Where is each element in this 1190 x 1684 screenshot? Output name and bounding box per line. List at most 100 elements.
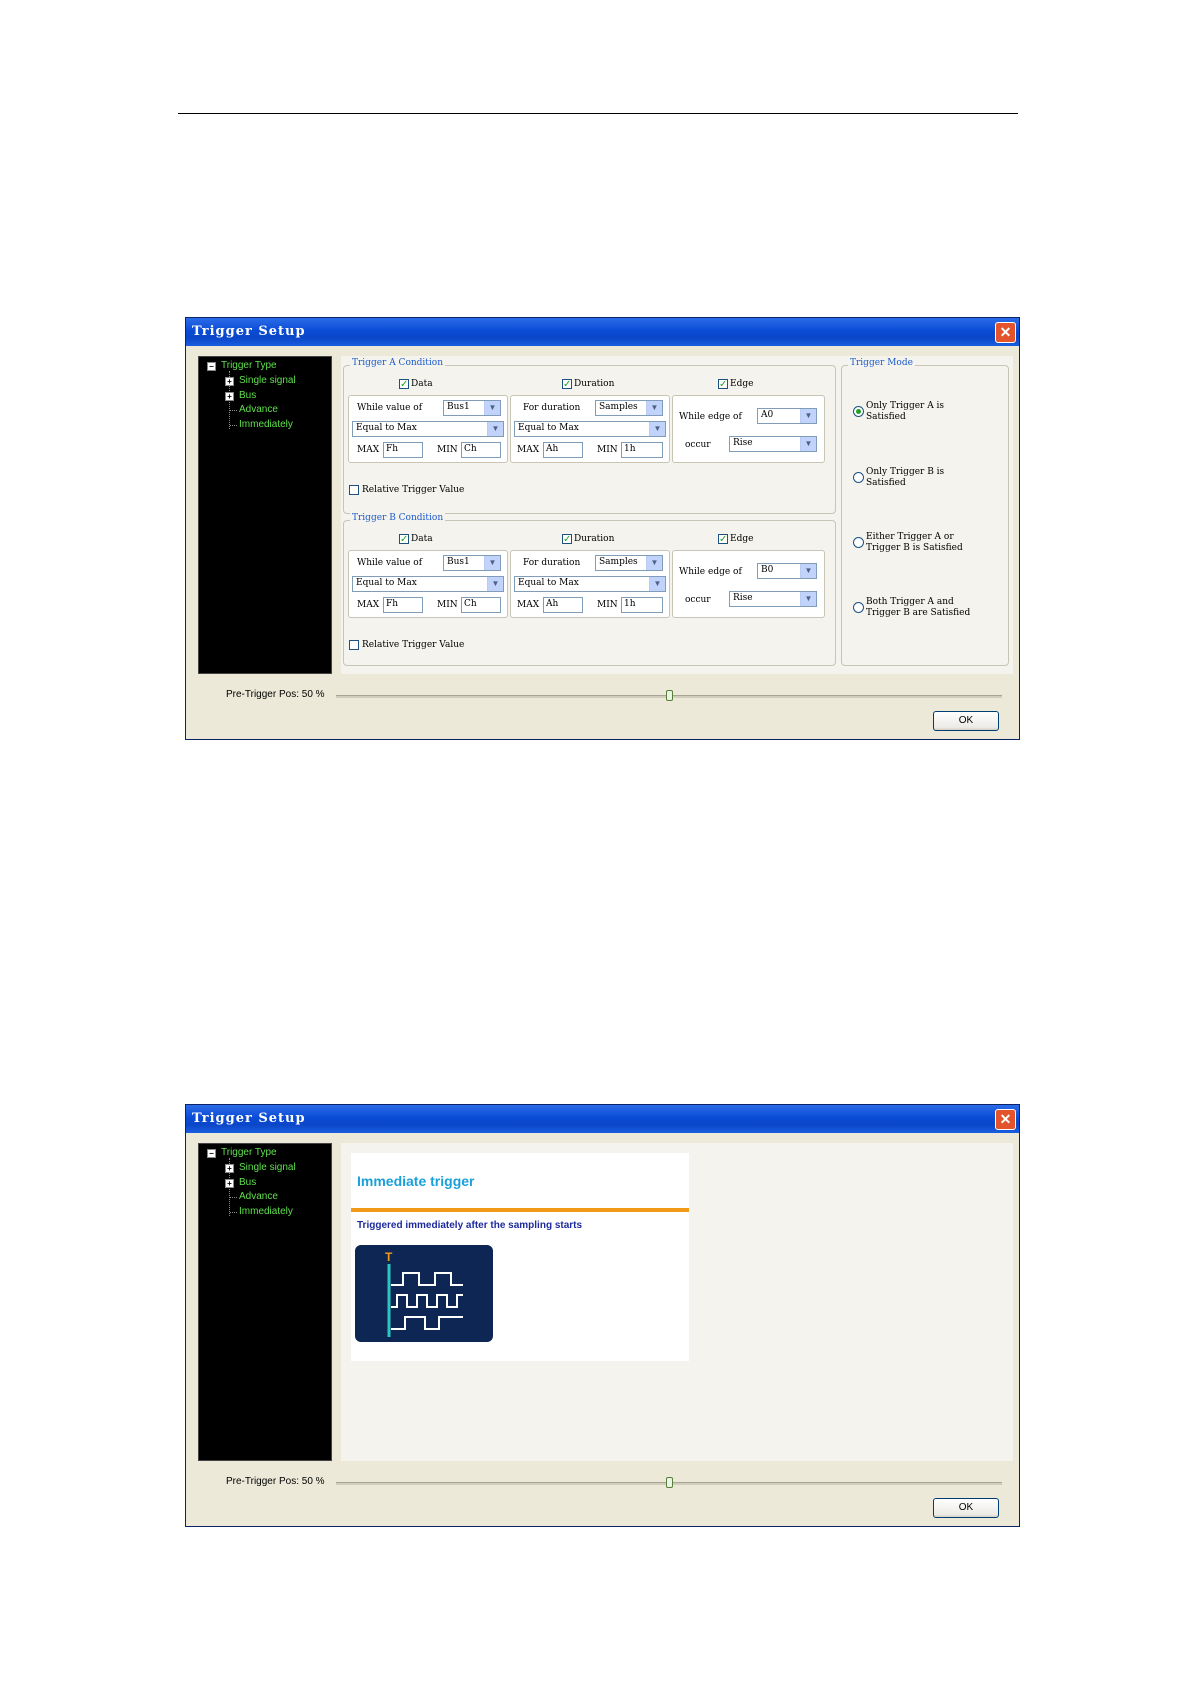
min-label: MIN [597,445,618,455]
relative-trigger-checkbox[interactable] [349,485,359,495]
duration-checkbox-label: Duration [574,379,615,389]
radio-only-b-label: Only Trigger B is Satisfied [866,467,945,488]
trigger-setup-dialog-immediate: Trigger Setup ✕ − Trigger Type + Single … [185,1104,1020,1527]
data-condition-box: While value of Bus1 ▼ Equal to Max ▼ MAX F… [348,550,508,618]
data-min-input[interactable]: Ch [461,442,501,458]
duration-checkbox-label: Duration [574,534,615,544]
checkbox-checked-icon[interactable]: ✓ [399,379,409,390]
waveform-3 [391,1316,463,1330]
tree-item-bus[interactable]: Bus [239,390,256,401]
bus-select[interactable]: Bus1 ▼ [443,555,501,571]
checkbox-checked-icon[interactable]: ✓ [718,534,728,545]
dropdown-arrow-icon: ▼ [646,401,662,415]
edge-signal-select[interactable]: B0 ▼ [757,563,817,579]
min-label: MIN [437,445,458,455]
tree-expand-icon[interactable]: + [225,1179,234,1188]
checkbox-checked-icon[interactable]: ✓ [399,534,409,545]
while-value-label: While value of [357,403,423,413]
trigger-a-group: Trigger A Condition ✓ Data ✓ Duration ✓ … [343,358,836,514]
occur-label: occur [685,595,711,605]
pre-trigger-slider-thumb[interactable] [665,1477,673,1488]
radio-only-a-label: Only Trigger A is Satisfied [866,401,945,422]
tree-item-bus[interactable]: Bus [239,1177,256,1188]
data-min-input[interactable]: Ch [461,597,501,613]
while-edge-label: While edge of [679,567,742,577]
occur-select[interactable]: Rise ▼ [729,591,817,607]
dialog-title: Trigger Setup [192,1111,306,1126]
duration-min-input[interactable]: 1h [621,597,663,613]
trigger-marker: T [385,1250,393,1264]
trigger-mode-group: Trigger Mode Only Trigger A is Satisfied … [841,358,1009,666]
close-icon[interactable]: ✕ [995,1109,1016,1130]
radio-only-a[interactable] [853,406,864,417]
occur-select[interactable]: Rise ▼ [729,436,817,452]
pre-trigger-slider-thumb[interactable] [665,690,673,701]
checkbox-checked-icon[interactable]: ✓ [718,379,728,390]
bus-select[interactable]: Bus1 ▼ [443,400,501,416]
tree-item-single-signal[interactable]: Single signal [239,1162,296,1173]
dropdown-arrow-icon: ▼ [649,577,665,591]
checkbox-checked-icon[interactable]: ✓ [562,379,572,390]
waveform-2 [391,1294,463,1308]
dropdown-arrow-icon: ▼ [484,401,500,415]
dropdown-arrow-icon: ▼ [649,422,665,436]
tree-item-advance[interactable]: Advance [239,404,278,415]
tree-collapse-icon[interactable]: − [207,1149,216,1158]
trigger-b-title: Trigger B Condition [350,513,446,523]
checkbox-checked-icon[interactable]: ✓ [562,534,572,545]
data-checkbox-label: Data [411,534,433,544]
trigger-b-group: Trigger B Condition ✓ Data ✓ Duration ✓ … [343,513,836,666]
relative-trigger-label: Relative Trigger Value [362,485,465,495]
radio-both[interactable] [853,602,864,613]
tree-item-immediately[interactable]: Immediately [239,419,293,430]
data-condition-box: While value of Bus1 ▼ Equal to Max ▼ MAX F… [348,395,508,463]
duration-compare-select[interactable]: Equal to Max ▼ [514,576,666,592]
data-max-input[interactable]: Fh [383,442,423,458]
tree-expand-icon[interactable]: + [225,377,234,386]
relative-trigger-checkbox[interactable] [349,640,359,650]
tree-root-trigger-type[interactable]: Trigger Type [221,1147,277,1158]
duration-unit-select[interactable]: Samples ▼ [595,555,663,571]
data-compare-select[interactable]: Equal to Max ▼ [352,421,504,437]
duration-unit-select[interactable]: Samples ▼ [595,400,663,416]
tree-item-single-signal[interactable]: Single signal [239,375,296,386]
tree-connector [230,1212,237,1213]
duration-max-input[interactable]: Ah [543,442,583,458]
dropdown-arrow-icon: ▼ [487,422,503,436]
tree-root-trigger-type[interactable]: Trigger Type [221,360,277,371]
ok-button[interactable]: OK [933,711,999,731]
waveform-1 [391,1272,463,1286]
tree-expand-icon[interactable]: + [225,392,234,401]
duration-compare-select[interactable]: Equal to Max ▼ [514,421,666,437]
data-compare-select[interactable]: Equal to Max ▼ [352,576,504,592]
dropdown-arrow-icon: ▼ [484,556,500,570]
edge-checkbox-label: Edge [730,379,754,389]
for-duration-label: For duration [523,558,581,568]
tree-expand-icon[interactable]: + [225,1164,234,1173]
edge-condition-box: While edge of A0 ▼ occur Rise ▼ [672,395,825,463]
duration-min-input[interactable]: 1h [621,442,663,458]
immediate-trigger-card: Immediate trigger Triggered immediately … [351,1153,689,1361]
ok-button[interactable]: OK [933,1498,999,1518]
radio-either[interactable] [853,537,864,548]
data-checkbox-label: Data [411,379,433,389]
dropdown-arrow-icon: ▼ [800,592,816,606]
title-bar: Trigger Setup ✕ [186,1105,1019,1133]
immediate-description: Triggered immediately after the sampling… [357,1220,583,1231]
trigger-a-title: Trigger A Condition [350,358,446,368]
edge-signal-select[interactable]: A0 ▼ [757,408,817,424]
edge-condition-box: While edge of B0 ▼ occur Rise ▼ [672,550,825,618]
max-label: MAX [517,445,540,455]
tree-item-immediately[interactable]: Immediately [239,1206,293,1217]
max-label: MAX [517,600,540,610]
tree-collapse-icon[interactable]: − [207,362,216,371]
condition-panel: Trigger A Condition ✓ Data ✓ Duration ✓ … [341,356,1013,674]
heading-underline [351,1208,689,1212]
page-header-rule [178,113,1018,114]
min-label: MIN [437,600,458,610]
data-max-input[interactable]: Fh [383,597,423,613]
radio-only-b[interactable] [853,472,864,483]
tree-item-advance[interactable]: Advance [239,1191,278,1202]
duration-max-input[interactable]: Ah [543,597,583,613]
close-icon[interactable]: ✕ [995,322,1016,343]
